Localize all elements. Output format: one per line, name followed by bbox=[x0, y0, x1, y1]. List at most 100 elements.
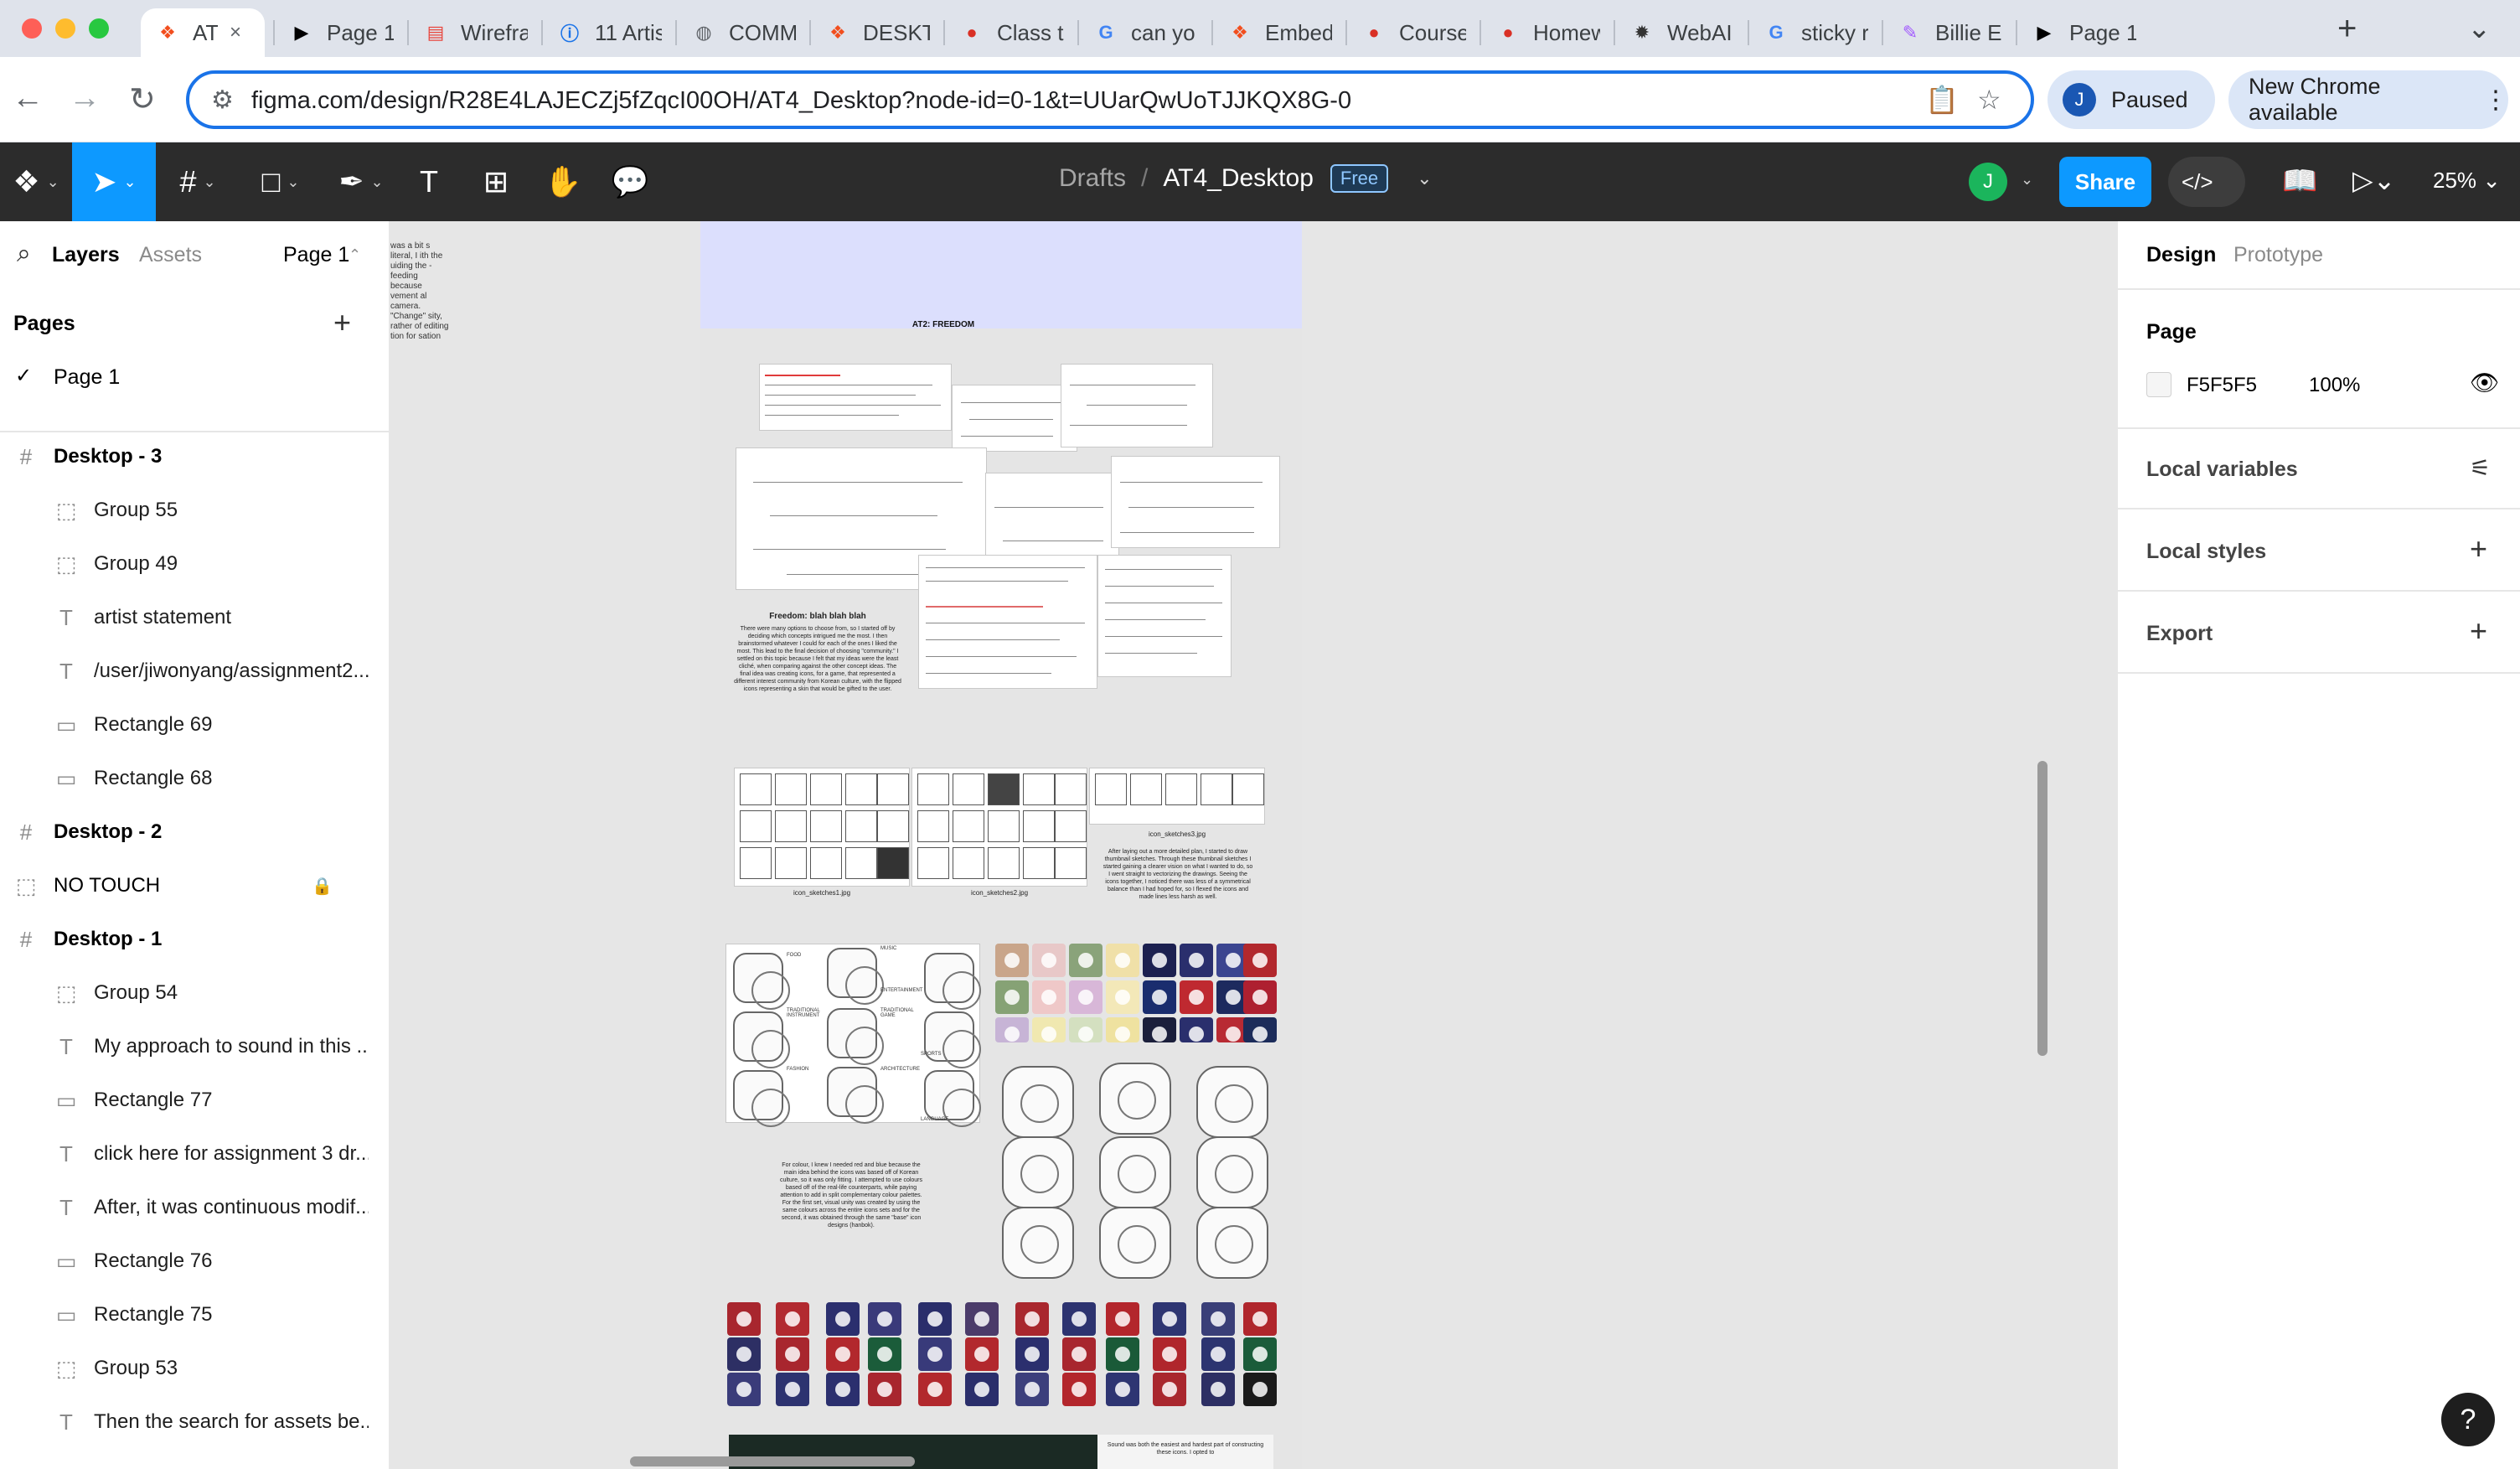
library-book-icon[interactable]: 📖 bbox=[2282, 164, 2317, 198]
site-settings-icon[interactable]: ⚙ bbox=[211, 85, 234, 115]
browser-tab[interactable]: ⓘ 11 Artis bbox=[543, 8, 677, 57]
vertical-scrollbar[interactable] bbox=[2037, 761, 2048, 1056]
browser-tab[interactable]: ▤ Wirefra bbox=[409, 8, 543, 57]
layer-row[interactable]: ▭ Rectangle 75 bbox=[0, 1289, 389, 1341]
plan-badge[interactable]: Free bbox=[1330, 164, 1389, 193]
eye-icon[interactable]: 👁 bbox=[2470, 369, 2500, 396]
help-button[interactable]: ? bbox=[2441, 1393, 2495, 1446]
layer-row[interactable]: # Desktop - 3 bbox=[0, 431, 389, 483]
profile-button[interactable]: J Paused bbox=[2048, 70, 2215, 129]
layer-row[interactable]: ⬚ Group 49 bbox=[0, 538, 389, 590]
sliders-icon[interactable]: ⚟ bbox=[2470, 454, 2491, 482]
layer-row[interactable]: T After, it was continuous modif... bbox=[0, 1182, 389, 1234]
desktop-frame[interactable]: AT2: FREEDOM Freedom: blah blah blah The… bbox=[700, 221, 1302, 1469]
layer-row[interactable]: T/user/jiwonyang/assignment2... bbox=[0, 645, 389, 697]
browser-tab[interactable]: Gcan yo bbox=[1079, 8, 1213, 57]
colored-icon-grid bbox=[995, 944, 1277, 1044]
layer-row[interactable]: # Desktop - 1 bbox=[0, 913, 389, 965]
bookmark-star-icon[interactable]: ☆ bbox=[1977, 84, 2001, 116]
browser-tab[interactable]: ● Course bbox=[1347, 8, 1481, 57]
main-menu-button[interactable]: ❖ ⌄ bbox=[0, 142, 72, 221]
file-menu-chevron-icon[interactable]: ⌄ bbox=[1417, 168, 1432, 189]
local-variables-header[interactable]: Local variables bbox=[2146, 458, 2298, 482]
browser-tab[interactable]: ● Homew bbox=[1481, 8, 1615, 57]
frame-tool-button[interactable]: # ⌄ bbox=[163, 142, 233, 221]
chevron-up-icon[interactable]: ⌃ bbox=[349, 246, 361, 264]
layer-row[interactable]: T My approach to sound in this ... bbox=[0, 1021, 389, 1073]
browser-tab-title: Page 1 bbox=[2069, 19, 2136, 45]
layer-row[interactable]: ▭ Rectangle 68 bbox=[0, 753, 389, 804]
add-style-plus-icon[interactable]: + bbox=[2470, 531, 2487, 566]
move-tool-button[interactable]: ➤ ⌄ bbox=[72, 142, 156, 221]
add-page-plus-icon[interactable]: + bbox=[333, 305, 351, 340]
layer-row[interactable]: T Then the search for assets be... bbox=[0, 1396, 389, 1448]
tab-search-chevron-icon[interactable]: ⌄ bbox=[2467, 12, 2492, 45]
comment-tool-button[interactable]: 💬 bbox=[610, 142, 650, 221]
file-name[interactable]: AT4_Desktop bbox=[1163, 164, 1314, 193]
url-text[interactable]: figma.com/design/R28E4LAJECZj5fZqcI00OH/… bbox=[251, 87, 1351, 115]
minimize-window-button[interactable] bbox=[55, 18, 75, 39]
breadcrumb-drafts-link[interactable]: Drafts bbox=[1059, 164, 1126, 193]
browser-tab-title: COMM bbox=[729, 19, 796, 45]
browser-tab[interactable]: ▶ Page 1 bbox=[275, 8, 409, 57]
pen-tool-button[interactable]: ✒ ⌄ bbox=[323, 142, 399, 221]
layer-row[interactable]: ⬚ NO TOUCH 🔒 bbox=[0, 860, 389, 912]
browser-tab[interactable]: ❖ DESKT bbox=[811, 8, 945, 57]
tab-layers[interactable]: Layers bbox=[52, 243, 120, 267]
page-color-hex[interactable]: F5F5F5 bbox=[2187, 374, 2257, 397]
back-arrow-icon[interactable]: ← bbox=[12, 80, 44, 116]
browser-tab[interactable]: ◍ COMM bbox=[677, 8, 811, 57]
layer-row[interactable]: ⬚ Group 54 bbox=[0, 967, 389, 1019]
dev-mode-toggle[interactable]: </> bbox=[2168, 157, 2245, 207]
browser-tab[interactable]: ❖ Embed bbox=[1213, 8, 1347, 57]
address-bar[interactable]: ⚙ figma.com/design/R28E4LAJECZj5fZqcI00O… bbox=[186, 70, 2034, 129]
forward-arrow-icon[interactable]: → bbox=[69, 80, 101, 116]
browser-tab[interactable]: ❖ AT4 × bbox=[141, 8, 265, 57]
page-selector[interactable]: Page 1 bbox=[283, 243, 349, 267]
layer-row[interactable]: Tclick here for assignment 3 dr... bbox=[0, 1128, 389, 1180]
reload-icon[interactable]: ↻ bbox=[129, 80, 156, 118]
shape-tool-button[interactable]: □ ⌄ bbox=[243, 142, 318, 221]
layer-row[interactable]: ▭ Rectangle 76 bbox=[0, 1235, 389, 1287]
share-button[interactable]: Share bbox=[2059, 157, 2151, 207]
close-tab-icon[interactable]: × bbox=[230, 21, 241, 44]
text-tool-button[interactable]: T bbox=[409, 142, 449, 221]
browser-tab[interactable]: ▶ Page 1 bbox=[2017, 8, 2151, 57]
tab-prototype[interactable]: Prototype bbox=[2233, 243, 2323, 267]
layer-row[interactable]: ▭ Rectangle 77 bbox=[0, 1074, 389, 1126]
close-window-button[interactable] bbox=[22, 18, 42, 39]
horizontal-scrollbar[interactable] bbox=[630, 1456, 915, 1466]
tab-assets[interactable]: Assets bbox=[139, 243, 202, 267]
layer-row[interactable]: ⬚ Group 55 bbox=[0, 484, 389, 536]
browser-tab[interactable]: Gsticky r bbox=[1749, 8, 1883, 57]
layer-row[interactable]: ⬚ Group 53 bbox=[0, 1342, 389, 1394]
search-icon[interactable]: ⌕ bbox=[17, 240, 31, 268]
page-color-swatch[interactable] bbox=[2146, 372, 2171, 397]
maximize-window-button[interactable] bbox=[89, 18, 109, 39]
hand-tool-button[interactable]: ✋ bbox=[543, 142, 583, 221]
resources-tool-button[interactable]: ⊞ bbox=[476, 142, 516, 221]
layer-row[interactable]: ▭ Rectangle 69 bbox=[0, 699, 389, 751]
zoom-menu[interactable]: 25% ⌄ bbox=[2433, 168, 2501, 194]
more-vert-icon[interactable]: ⋮ bbox=[2483, 85, 2508, 115]
browser-tab[interactable]: ✎ Billie E bbox=[1883, 8, 2017, 57]
clipboard-icon[interactable]: 📋 bbox=[1925, 84, 1959, 116]
canvas[interactable]: was a bit s literal, I ith the uiding th… bbox=[390, 221, 2116, 1469]
browser-tab[interactable]: ✹ WebAI bbox=[1615, 8, 1749, 57]
layer-row[interactable]: Tartist statement bbox=[0, 592, 389, 644]
update-chrome-button[interactable]: New Chrome available ⋮ bbox=[2228, 70, 2508, 129]
add-export-plus-icon[interactable]: + bbox=[2470, 613, 2487, 649]
page-color-opacity[interactable]: 100% bbox=[2309, 374, 2360, 397]
layer-row[interactable]: # Desktop - 2 bbox=[0, 806, 389, 858]
user-avatar[interactable]: J bbox=[1969, 163, 2007, 201]
local-styles-header: Local styles bbox=[2146, 540, 2267, 563]
lock-icon[interactable]: 🔒 bbox=[312, 876, 333, 897]
browser-tab-title: 11 Artis bbox=[595, 19, 662, 45]
tab-design[interactable]: Design bbox=[2146, 243, 2216, 267]
browser-tab[interactable]: ● Class t bbox=[945, 8, 1079, 57]
page-section-header: Page bbox=[2146, 320, 2197, 344]
present-icon[interactable]: ▷⌄ bbox=[2352, 164, 2395, 196]
page-item[interactable]: ✓ Page 1 bbox=[0, 355, 389, 399]
new-tab-button[interactable]: + bbox=[2337, 10, 2357, 48]
chevron-down-icon[interactable]: ⌄ bbox=[2021, 171, 2033, 189]
